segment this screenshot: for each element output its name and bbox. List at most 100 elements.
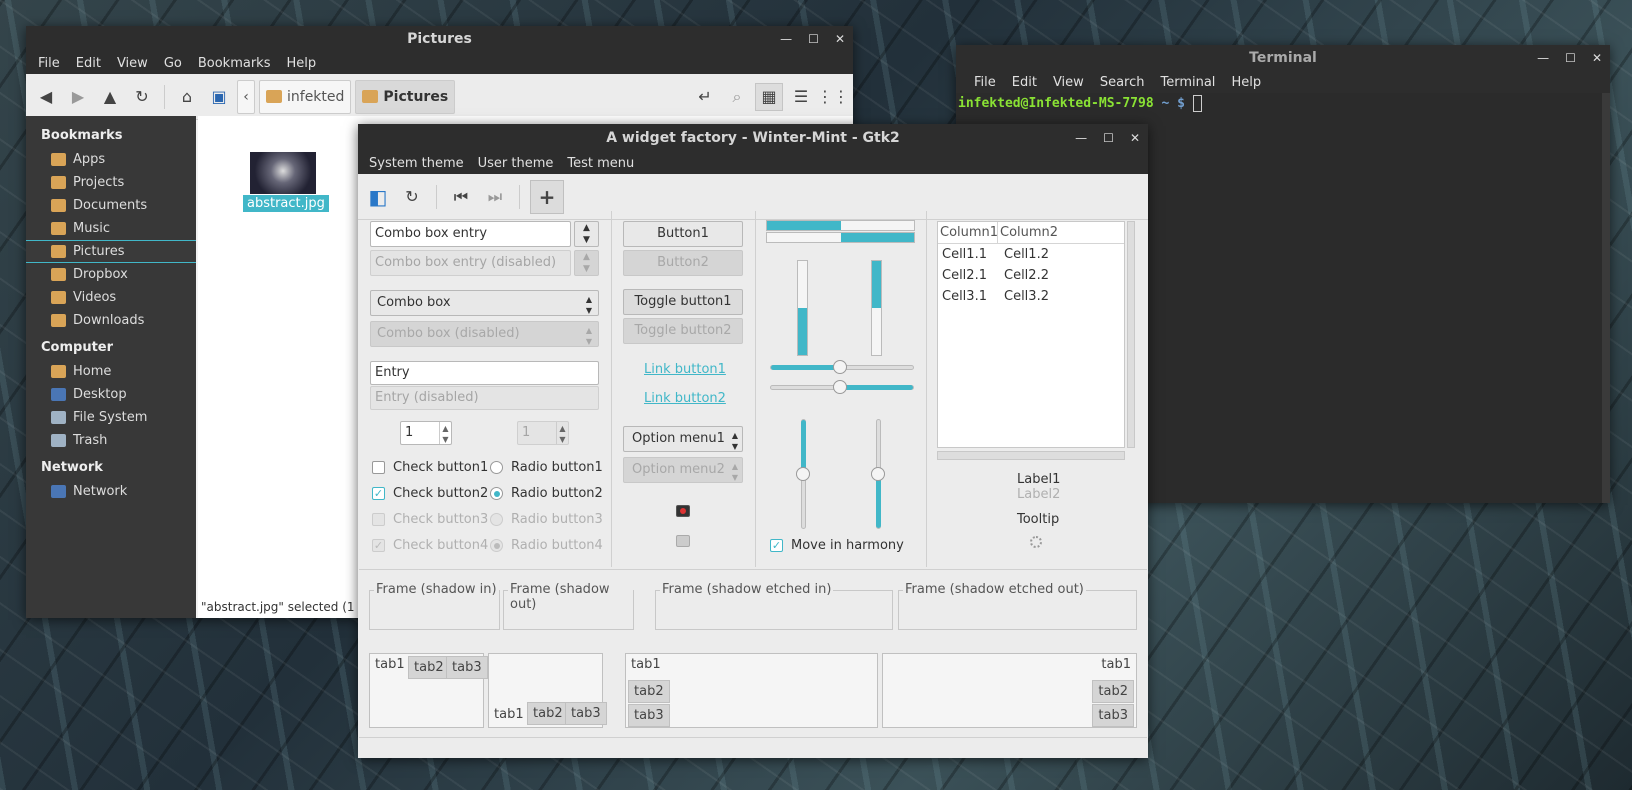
- menu-terminal[interactable]: Terminal: [1152, 75, 1223, 90]
- widget-factory-titlebar[interactable]: A widget factory - Winter-Mint - Gtk2 — ☐…: [358, 124, 1148, 152]
- computer-icon[interactable]: ▣: [205, 83, 233, 111]
- sidebar-item-home[interactable]: Home: [26, 360, 196, 383]
- breadcrumb-pictures[interactable]: Pictures: [355, 79, 456, 114]
- terminal-scrollbar[interactable]: [1602, 93, 1610, 503]
- menu-search[interactable]: Search: [1092, 75, 1153, 90]
- radio-button-2[interactable]: Radio button2: [490, 486, 603, 501]
- tab-1[interactable]: tab1: [489, 704, 529, 727]
- menu-bookmarks[interactable]: Bookmarks: [190, 56, 279, 71]
- table-row[interactable]: Cell1.1 Cell1.2: [938, 244, 1124, 265]
- sidebar-item-pictures[interactable]: Pictures: [26, 240, 196, 263]
- sidebar-item-documents[interactable]: Documents: [26, 194, 196, 217]
- goto-first-icon[interactable]: ⏮: [447, 183, 475, 211]
- minimize-icon[interactable]: —: [780, 26, 792, 52]
- home-icon[interactable]: ⌂: [173, 83, 201, 111]
- tab-2[interactable]: tab2: [408, 656, 450, 679]
- back-icon[interactable]: ◀: [32, 83, 60, 111]
- maximize-icon[interactable]: ☐: [1103, 124, 1114, 152]
- link-button-1[interactable]: Link button1: [644, 362, 726, 377]
- app-icon[interactable]: ◧: [364, 183, 392, 211]
- breadcrumb-left-arrow[interactable]: ‹: [237, 79, 255, 114]
- combo-entry[interactable]: Combo box entry: [370, 221, 571, 247]
- record-icon[interactable]: [676, 505, 690, 517]
- up-icon[interactable]: ▲: [96, 83, 124, 111]
- move-in-harmony-check[interactable]: ✓ Move in harmony: [770, 538, 904, 553]
- minimize-icon[interactable]: —: [1537, 45, 1549, 71]
- forward-icon[interactable]: ▶: [64, 83, 92, 111]
- tree-vscrollbar[interactable]: [1127, 221, 1135, 448]
- tab-3[interactable]: tab3: [446, 656, 488, 679]
- tab-2[interactable]: tab2: [527, 702, 569, 725]
- sidebar-item-dropbox[interactable]: Dropbox: [26, 263, 196, 286]
- tab-1[interactable]: tab1: [1096, 654, 1136, 677]
- sidebar-item-network[interactable]: Network: [26, 480, 196, 503]
- check-button-2[interactable]: ✓ Check button2: [372, 486, 488, 501]
- tab-3[interactable]: tab3: [565, 702, 607, 725]
- menu-system-theme[interactable]: System theme: [362, 156, 471, 171]
- link-button-2[interactable]: Link button2: [644, 391, 726, 406]
- entry-field[interactable]: Entry: [370, 361, 599, 385]
- menu-file[interactable]: File: [966, 75, 1004, 90]
- terminal-titlebar[interactable]: Terminal — ☐ ✕: [956, 45, 1610, 71]
- combo-entry-arrow[interactable]: ▲ ▼: [574, 221, 599, 247]
- tab-1[interactable]: tab1: [626, 654, 666, 677]
- menu-file[interactable]: File: [30, 56, 68, 71]
- tree-hscrollbar[interactable]: [937, 451, 1125, 460]
- menu-view[interactable]: View: [109, 56, 156, 71]
- close-icon[interactable]: ✕: [1130, 124, 1140, 152]
- sidebar-item-trash[interactable]: Trash: [26, 429, 196, 452]
- combo-box[interactable]: Combo box ▲ ▼: [370, 290, 599, 316]
- button-1[interactable]: Button1: [623, 221, 743, 247]
- image-thumbnail[interactable]: [250, 152, 316, 194]
- maximize-icon[interactable]: ☐: [1565, 45, 1576, 71]
- terminal-prompt[interactable]: infekted@Infekted-MS-7798 ~ $: [956, 93, 1610, 112]
- option-menu-1[interactable]: Option menu1 ▲ ▼: [623, 426, 743, 452]
- tab-2[interactable]: tab2: [628, 680, 670, 703]
- menu-help[interactable]: Help: [278, 56, 324, 71]
- minimize-icon[interactable]: —: [1075, 124, 1087, 152]
- maximize-icon[interactable]: ☐: [808, 26, 819, 52]
- radio-button-1[interactable]: Radio button1: [490, 460, 603, 475]
- table-row[interactable]: Cell2.1 Cell2.2: [938, 265, 1124, 286]
- file-manager-titlebar[interactable]: Pictures — ☐ ✕: [26, 26, 853, 52]
- menu-edit[interactable]: Edit: [68, 56, 109, 71]
- scale-knob[interactable]: [796, 467, 810, 481]
- close-icon[interactable]: ✕: [835, 26, 845, 52]
- goto-last-icon[interactable]: ⏭: [481, 183, 509, 211]
- spin-button[interactable]: 1 ▲ ▼: [400, 421, 452, 445]
- menu-edit[interactable]: Edit: [1004, 75, 1045, 90]
- sidebar-item-downloads[interactable]: Downloads: [26, 309, 196, 332]
- scale-knob[interactable]: [833, 360, 847, 374]
- file-label[interactable]: abstract.jpg: [243, 195, 329, 212]
- menu-help[interactable]: Help: [1223, 75, 1269, 90]
- refresh-icon[interactable]: ↻: [398, 183, 426, 211]
- sidebar-item-apps[interactable]: Apps: [26, 148, 196, 171]
- sidebar-item-videos[interactable]: Videos: [26, 286, 196, 309]
- menu-view[interactable]: View: [1045, 75, 1092, 90]
- list-view-icon[interactable]: ☰: [787, 83, 815, 111]
- table-row[interactable]: Cell3.1 Cell3.2: [938, 286, 1124, 307]
- toggle-button-1[interactable]: Toggle button1: [623, 289, 743, 315]
- column-header-2[interactable]: Column2: [998, 222, 1124, 243]
- add-icon[interactable]: +: [530, 179, 564, 214]
- location-toggle-icon[interactable]: ↵: [691, 83, 719, 111]
- tab-1[interactable]: tab1: [370, 654, 410, 677]
- check-button-1[interactable]: Check button1: [372, 460, 488, 475]
- compact-view-icon[interactable]: ⋮⋮: [817, 83, 849, 111]
- tab-3[interactable]: tab3: [1092, 704, 1134, 727]
- sidebar-item-music[interactable]: Music: [26, 217, 196, 240]
- close-icon[interactable]: ✕: [1592, 45, 1602, 71]
- reload-icon[interactable]: ↻: [128, 83, 156, 111]
- breadcrumb-infekted[interactable]: infekted: [259, 79, 352, 114]
- sidebar-item-desktop[interactable]: Desktop: [26, 383, 196, 406]
- icon-view-icon[interactable]: ▦: [755, 82, 783, 111]
- tab-2[interactable]: tab2: [1092, 680, 1134, 703]
- menu-test[interactable]: Test menu: [560, 156, 641, 171]
- scale-knob[interactable]: [833, 380, 847, 394]
- tree-view[interactable]: Column1 Column2 Cell1.1 Cell1.2 Cell2.1 Ce…: [937, 221, 1125, 448]
- column-header-1[interactable]: Column1: [938, 222, 998, 243]
- tab-3[interactable]: tab3: [628, 704, 670, 727]
- menu-go[interactable]: Go: [156, 56, 190, 71]
- scale-knob[interactable]: [871, 467, 885, 481]
- sidebar-item-filesystem[interactable]: File System: [26, 406, 196, 429]
